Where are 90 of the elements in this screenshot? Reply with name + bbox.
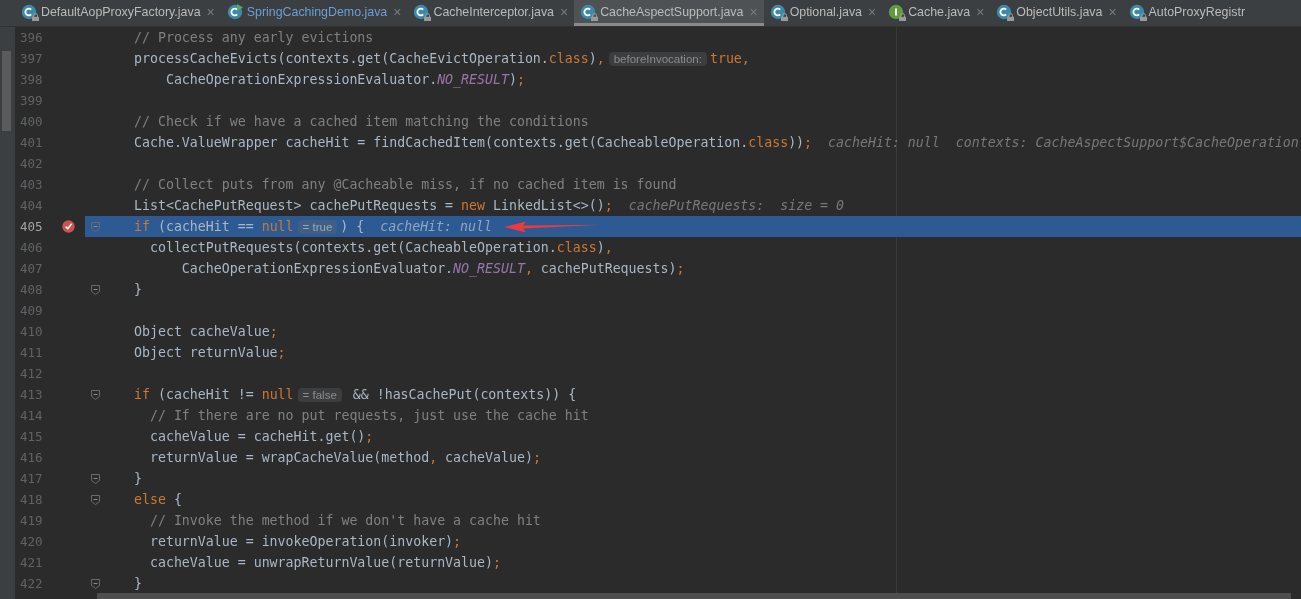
line-number: 399	[19, 93, 42, 108]
code-text: ) {	[340, 219, 365, 234]
editor-tab[interactable]: AutoProxyRegistr	[1122, 0, 1252, 26]
fold-icon[interactable]	[91, 284, 100, 295]
code-text: cacheValue = unwrapReturnValue(returnValue);	[148, 555, 501, 570]
scrollbar-thumb[interactable]	[2, 51, 11, 131]
line-number: 407	[19, 261, 42, 276]
line-number: 415	[19, 429, 42, 444]
code-text: collectPutRequests(contexts.get(CacheableOperation.class),	[148, 240, 613, 255]
code-text: returnValue = invokeOperation(invoker);	[148, 534, 462, 549]
debug-value-hint: contexts: CacheAspectSupport$CacheOperation	[955, 135, 1299, 150]
debug-value-hint: cacheHit: null	[380, 219, 492, 234]
code-text: }	[134, 282, 142, 297]
line-number: 414	[19, 408, 42, 423]
code-text: true,	[709, 51, 750, 66]
line-number: 406	[19, 240, 42, 255]
fold-icon[interactable]	[91, 389, 100, 400]
line-number: 404	[19, 198, 42, 213]
class-icon	[580, 3, 597, 20]
code-text: // Process any early evictions	[134, 30, 374, 45]
close-icon[interactable]: ×	[560, 3, 569, 20]
line-number: 410	[19, 324, 42, 339]
inlay-hint: = true	[297, 219, 338, 234]
line-number: 402	[19, 156, 42, 171]
fold-icon[interactable]	[91, 578, 100, 589]
inlay-hint: = false	[297, 387, 342, 402]
class-icon	[1128, 3, 1145, 20]
code-text: List<CachePutRequest> cachePutRequests = new LinkedList<>();	[134, 198, 613, 213]
line-number: 400	[19, 114, 42, 129]
line-number: 405	[19, 219, 42, 234]
debug-value-hint: cachePutRequests: size = 0	[628, 198, 845, 213]
editor-tab[interactable]: CacheAspectSupport.java ×	[574, 0, 764, 26]
code-text: processCacheEvicts(contexts.get(CacheEvictOperation.class),	[134, 51, 605, 66]
inlay-hint: beforeInvocation:	[608, 51, 707, 66]
editor-tab[interactable]: Cache.java ×	[882, 0, 991, 26]
close-icon[interactable]: ×	[1108, 3, 1117, 20]
class-icon	[996, 3, 1013, 20]
editor-tab[interactable]: Optional.java ×	[763, 0, 883, 26]
line-number: 419	[19, 513, 42, 528]
close-icon[interactable]: ×	[867, 3, 877, 20]
class-icon	[226, 3, 243, 20]
close-icon[interactable]: ×	[393, 3, 402, 20]
line-number: 398	[19, 72, 42, 87]
line-number: 417	[19, 471, 42, 486]
code-text: Object returnValue;	[134, 345, 286, 360]
line-number: 397	[19, 51, 42, 66]
line-number: 421	[19, 555, 42, 570]
code-text: returnValue = wrapCacheValue(method, cacheValue);	[148, 450, 541, 465]
fold-icon[interactable]	[91, 473, 100, 484]
line-number: 409	[19, 303, 42, 318]
code-text: cacheValue = cacheHit.get();	[148, 429, 374, 444]
code-text: CacheOperationExpressionEvaluator.NO_RESULT);	[164, 72, 525, 87]
code-text: else {	[134, 492, 182, 507]
line-number: 418	[19, 492, 42, 507]
code-text: // Invoke the method if we don't have a cache hit	[148, 513, 541, 528]
line-number: 412	[19, 366, 42, 381]
line-number: 403	[19, 177, 42, 192]
code-text: }	[134, 471, 142, 486]
line-number: 408	[19, 282, 42, 297]
editor-tab[interactable]: SpringCachingDemo.java ×	[220, 0, 408, 26]
code-text: // Check if we have a cached item matching the conditions	[134, 114, 589, 129]
code-text: && !hasCachePut(contexts)) {	[351, 387, 577, 402]
code-text: // Collect puts from any @Cacheable miss, if no cached item is found	[134, 177, 677, 192]
line-number: 401	[19, 135, 42, 150]
line-number: 422	[19, 576, 42, 591]
debug-value-hint: cacheHit: null	[828, 135, 940, 150]
code-text: }	[134, 576, 142, 591]
editor-tab[interactable]: DefaultAopProxyFactory.java ×	[15, 0, 221, 26]
line-number: 396	[19, 30, 42, 45]
horizontal-scrollbar[interactable]	[97, 593, 1291, 599]
code-text: Object cacheValue;	[134, 324, 278, 339]
line-number: 411	[19, 345, 42, 360]
code-text: if (cacheHit != null	[134, 387, 294, 402]
close-icon[interactable]: ×	[976, 3, 985, 20]
code-text: // If there are no put requests, just use the cache hit	[148, 408, 589, 423]
class-icon	[769, 3, 786, 20]
code-text: Cache.ValueWrapper cacheHit = findCachedItem(contexts.get(CacheableOperation.class));	[134, 135, 813, 150]
class-icon	[413, 3, 430, 20]
class-icon	[21, 3, 37, 20]
fold-icon[interactable]	[91, 494, 100, 505]
line-number: 420	[19, 534, 42, 549]
close-icon[interactable]: ×	[206, 3, 215, 20]
interface-icon	[888, 3, 905, 20]
editor-tab[interactable]: ObjectUtils.java ×	[990, 0, 1123, 26]
breakpoint-icon[interactable]	[62, 220, 75, 233]
line-number: 413	[19, 387, 42, 402]
code-text: CacheOperationExpressionEvaluator.NO_RESULT, cachePutRequests);	[180, 261, 685, 276]
editor-tab[interactable]: CacheInterceptor.java ×	[407, 0, 575, 26]
code-text: if (cacheHit == null	[134, 219, 294, 234]
line-number: 416	[19, 450, 42, 465]
